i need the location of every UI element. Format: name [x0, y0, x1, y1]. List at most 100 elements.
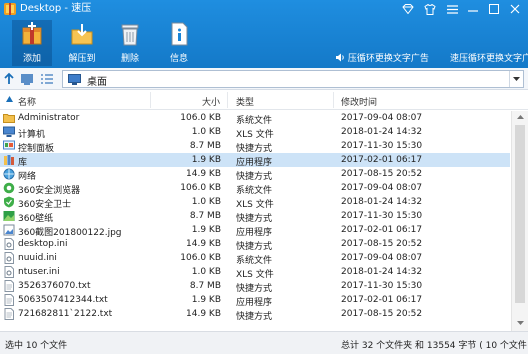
- close-button[interactable]: [505, 1, 525, 17]
- file-name: ntuser.ini: [18, 267, 60, 277]
- add-label: 添加: [22, 54, 41, 64]
- file-modified: 2017-11-30 15:30: [341, 281, 423, 291]
- skin-button[interactable]: [398, 1, 418, 17]
- file-size: 1.0 KB: [191, 127, 221, 137]
- file-list: Administrator 106.0 KB 系统文件 2017-09-04 08:0…: [0, 111, 528, 331]
- delete-label: 删除: [120, 54, 139, 64]
- delete-button[interactable]: 删除: [110, 20, 150, 66]
- file-modified: 2017-08-15 20:52: [341, 169, 423, 179]
- file-row[interactable]: 360安全浏览器 106.0 KB 系统文件 2017-09-04 08:07: [0, 181, 510, 196]
- file-modified: 2017-11-30 15:30: [341, 141, 423, 151]
- file-row[interactable]: desktop.ini 14.9 KB 快捷方式 2017-08-15 20:52: [0, 237, 510, 252]
- menu-icon: [446, 4, 458, 14]
- ad-text-left[interactable]: 压循环更换文字广告: [336, 51, 429, 64]
- file-modified: 2017-08-15 20:52: [341, 239, 423, 249]
- network-icon: [3, 168, 15, 180]
- title-bar: Desktop - 速压: [0, 0, 528, 18]
- menu-button[interactable]: [442, 1, 462, 17]
- computer-icon: [3, 126, 15, 138]
- address-bar-region: 桌面: [0, 68, 528, 90]
- file-name: nuuid.ini: [18, 253, 57, 263]
- folder-icon: [3, 112, 15, 124]
- file-row[interactable]: 网络 14.9 KB 快捷方式 2017-08-15 20:52: [0, 167, 510, 182]
- tshirt-icon: [424, 3, 436, 15]
- file-size: 1.0 KB: [191, 267, 221, 277]
- file-modified: 2017-02-01 06:17: [341, 155, 423, 165]
- file-name: desktop.ini: [18, 239, 68, 249]
- file-row[interactable]: ntuser.ini 1.0 KB XLS 文件 2018-01-24 14:32: [0, 265, 510, 280]
- minimize-button[interactable]: [463, 1, 483, 17]
- status-selection: 选中 10 个文件: [5, 341, 68, 351]
- sort-ascending-icon: [6, 96, 13, 102]
- speaker-icon: [336, 53, 344, 62]
- file-row[interactable]: 库 1.9 KB 应用程序 2017-02-01 06:17: [0, 153, 510, 168]
- browser-icon: [3, 182, 15, 194]
- address-field[interactable]: 桌面: [62, 70, 524, 88]
- window-title: Desktop - 速压: [20, 3, 92, 14]
- ad-text-right[interactable]: 速压循环更换文字广告: [450, 51, 528, 64]
- file-size: 8.7 MB: [189, 211, 221, 221]
- column-header: 名称 大小 类型 修改时间: [0, 90, 528, 110]
- address-dropdown-button[interactable]: [509, 71, 523, 87]
- file-row[interactable]: 计算机 1.0 KB XLS 文件 2018-01-24 14:32: [0, 125, 510, 140]
- file-row[interactable]: 360截图201800122.jpg 1.9 KB 应用程序 2017-02-01 0…: [0, 223, 510, 238]
- status-total: 总计 32 个文件夹 和 13554 字节 ( 10 个文件 ): [341, 341, 528, 351]
- file-size: 106.0 KB: [180, 253, 221, 263]
- file-row[interactable]: 360壁纸 8.7 MB 快捷方式 2017-11-30 15:30: [0, 209, 510, 224]
- text-file-icon: [3, 308, 15, 320]
- list-view-icon[interactable]: [40, 72, 54, 86]
- scroll-down-button[interactable]: [512, 317, 528, 329]
- control-panel-icon: [3, 140, 15, 152]
- extract-to-button[interactable]: 解压到: [62, 20, 102, 66]
- column-name[interactable]: 名称: [18, 95, 36, 108]
- column-divider[interactable]: [227, 92, 228, 108]
- trash-icon: [121, 24, 139, 46]
- file-row[interactable]: 360安全卫士 1.0 KB XLS 文件 2018-01-24 14:32: [0, 195, 510, 210]
- vertical-scrollbar[interactable]: [511, 111, 528, 331]
- file-name: 5063507412344.txt: [18, 295, 108, 305]
- column-divider[interactable]: [333, 92, 334, 108]
- column-size[interactable]: 大小: [202, 95, 220, 108]
- column-divider[interactable]: [150, 92, 151, 108]
- file-modified: 2017-09-04 08:07: [341, 183, 423, 193]
- file-size: 8.7 MB: [189, 141, 221, 151]
- file-modified: 2017-02-01 06:17: [341, 225, 423, 235]
- file-row[interactable]: 5063507412344.txt 1.9 KB 应用程序 2017-02-01 06…: [0, 293, 510, 308]
- file-modified: 2017-09-04 08:07: [341, 253, 423, 263]
- file-size: 14.9 KB: [186, 239, 221, 249]
- file-modified: 2017-08-15 20:52: [341, 309, 423, 319]
- scroll-up-button[interactable]: [512, 111, 528, 123]
- file-row[interactable]: nuuid.ini 106.0 KB 系统文件 2017-09-04 08:07: [0, 251, 510, 266]
- file-size: 1.9 KB: [191, 155, 221, 165]
- desktop-icon: [68, 74, 81, 85]
- settings-file-icon: [3, 238, 15, 250]
- column-modified[interactable]: 修改时间: [341, 95, 377, 108]
- file-row[interactable]: 3526376070.txt 8.7 MB 快捷方式 2017-11-30 15:30: [0, 279, 510, 294]
- column-type[interactable]: 类型: [236, 95, 254, 108]
- file-type: 快捷方式: [236, 312, 273, 322]
- file-row[interactable]: Administrator 106.0 KB 系统文件 2017-09-04 08:0…: [0, 111, 510, 126]
- info-button[interactable]: 信息: [159, 20, 199, 66]
- status-bar: 选中 10 个文件 总计 32 个文件夹 和 13554 字节 ( 10 个文件…: [0, 331, 528, 354]
- chevron-down-icon: [513, 77, 520, 81]
- text-file-icon: [3, 294, 15, 306]
- file-row[interactable]: 721682811`2122.txt 14.9 KB 快捷方式 2017-08-15 …: [0, 307, 510, 322]
- file-size: 1.9 KB: [191, 225, 221, 235]
- wallpaper-icon: [3, 210, 15, 222]
- file-row[interactable]: 控制面板 8.7 MB 快捷方式 2017-11-30 15:30: [0, 139, 510, 154]
- toolbar-region: Desktop - 速压 添加 解压到 删除 信息 压循环更换文字广告 速压循环…: [0, 0, 528, 68]
- add-button[interactable]: 添加: [12, 20, 52, 66]
- file-size: 1.0 KB: [191, 197, 221, 207]
- settings-file-icon: [3, 266, 15, 278]
- file-name: Administrator: [18, 113, 80, 123]
- thumbnail-view-icon[interactable]: [20, 72, 34, 86]
- maximize-button[interactable]: [484, 1, 504, 17]
- file-modified: 2018-01-24 14:32: [341, 127, 423, 137]
- tshirt-button[interactable]: [420, 1, 440, 17]
- up-arrow-icon[interactable]: [2, 72, 16, 86]
- extract-to-label: 解压到: [68, 54, 96, 64]
- chevron-down-icon: [516, 321, 524, 325]
- file-size: 106.0 KB: [180, 113, 221, 123]
- scroll-thumb[interactable]: [515, 125, 525, 303]
- app-logo-icon: [4, 3, 16, 15]
